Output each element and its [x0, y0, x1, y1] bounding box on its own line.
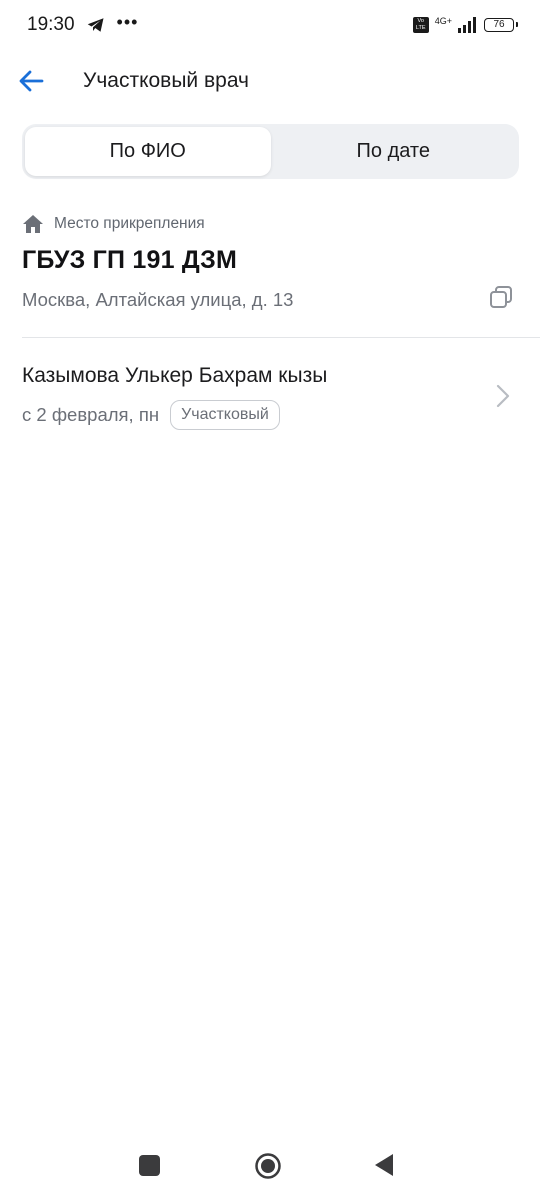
clinic-address: Москва, Алтайская улица, д. 13: [22, 289, 294, 310]
doctor-meta: с 2 февраля, пн Участковый: [22, 400, 280, 430]
home-circle-icon: [255, 1153, 281, 1179]
tab-by-name[interactable]: По ФИО: [25, 127, 271, 176]
back-nav-button[interactable]: [373, 1152, 395, 1178]
copy-address-button[interactable]: [488, 284, 514, 310]
doctor-list-item[interactable]: Казымова Улькер Бахрам кызы с 2 февраля,…: [0, 352, 540, 446]
recents-button[interactable]: [139, 1155, 160, 1176]
telegram-icon: [87, 18, 104, 32]
system-nav-bar: [0, 1140, 540, 1190]
house-icon: [23, 215, 43, 233]
arrow-left-icon: [19, 70, 44, 92]
volte-icon: Vo LTE: [412, 17, 429, 33]
doctor-name: Казымова Улькер Бахрам кызы: [22, 364, 328, 387]
search-mode-tabs: По ФИО По дате: [22, 124, 519, 179]
status-left: 19:30 •••: [27, 11, 139, 36]
more-notifications-icon: •••: [116, 11, 139, 32]
screen: 19:30 ••• Vo LTE 4G+ 76 Участковый врач: [0, 0, 540, 1200]
copy-icon: [490, 286, 512, 308]
doctor-type-badge: Участковый: [170, 400, 280, 430]
header: Участковый врач: [0, 55, 540, 107]
back-button[interactable]: [14, 63, 50, 99]
network-type: 4G+: [434, 15, 452, 26]
battery-icon: 76: [484, 18, 518, 32]
divider: [22, 337, 540, 338]
attachment-section: Место прикрепления ГБУЗ ГП 191 ДЗМ Москв…: [22, 210, 518, 311]
clinic-name: ГБУЗ ГП 191 ДЗМ: [22, 246, 238, 274]
status-bar: 19:30 ••• Vo LTE 4G+ 76: [0, 0, 540, 50]
status-right: Vo LTE 4G+ 76: [412, 15, 518, 33]
attachment-caption: Место прикрепления: [22, 210, 518, 238]
doctor-since-date: с 2 февраля, пн: [22, 404, 160, 425]
tab-by-date[interactable]: По дате: [271, 127, 517, 176]
chevron-right-icon: [496, 384, 510, 408]
signal-icon: [458, 17, 476, 33]
home-button[interactable]: [254, 1152, 282, 1180]
page-title: Участковый врач: [83, 69, 249, 92]
attachment-caption-text: Место прикрепления: [54, 215, 205, 232]
triangle-back-icon: [375, 1154, 393, 1176]
status-time: 19:30: [27, 14, 75, 35]
